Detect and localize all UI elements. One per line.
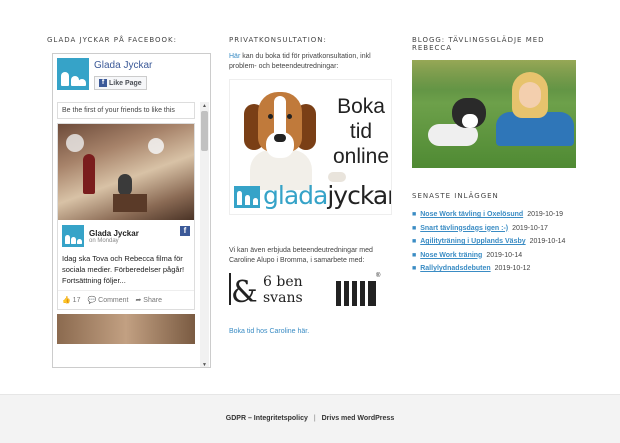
like-page-button[interactable]: f Like Page — [94, 76, 147, 90]
blog-title: BLOGG: TÄVLINGSGLÄDJE MED REBECCA — [412, 36, 545, 52]
facebook-icon[interactable]: f — [180, 226, 190, 236]
feed-scrollbar[interactable]: ▲ ▼ — [200, 102, 209, 367]
post-text: Idag ska Tova och Rebecca filma för soci… — [62, 254, 185, 285]
list-item: ■ Nose Work träning 2019-10-14 — [412, 249, 577, 263]
book-online-banner[interactable]: Boka tid online gladajyckar — [229, 79, 392, 215]
list-item: ■ Nose Work tävling i Oxelösund 2019-10-19 — [412, 208, 577, 222]
blog-image[interactable] — [412, 60, 576, 168]
banner-line-1: Boka — [337, 95, 385, 118]
6-ben-1-svans-logo[interactable]: & 6 ben svans ® — [229, 273, 392, 313]
private-consultation-title: PRIVATKONSULTATION: — [229, 36, 327, 44]
site-footer: GDPR – Integritetspolicy | Drivs med Wor… — [0, 394, 620, 443]
scroll-down-arrow-icon[interactable]: ▼ — [200, 361, 209, 367]
private-intro: Här kan du boka tid för privatkonsultati… — [229, 52, 394, 72]
glada-jyckar-logo[interactable] — [57, 58, 89, 90]
logo-part-2: jyckar — [327, 181, 392, 210]
share-label: Share — [143, 297, 162, 304]
post-photo[interactable] — [58, 124, 194, 220]
caroline-booking-link[interactable]: Boka tid hos Caroline här. — [229, 328, 309, 335]
private-intro-text: kan du boka tid för privatkonsultation, … — [229, 53, 371, 70]
like-count[interactable]: 👍 17 — [62, 296, 80, 304]
next-post-photo[interactable] — [57, 314, 195, 344]
logo-part-1: glada — [263, 181, 328, 210]
facebook-page-plugin: Glada Jyckar f Like Page Be the first of… — [52, 53, 211, 368]
bullet-icon: ■ — [412, 251, 417, 259]
glada-jyckar-wordmark: gladajyckar — [234, 181, 392, 210]
facebook-icon: f — [99, 79, 107, 87]
scroll-up-arrow-icon[interactable]: ▲ — [200, 102, 209, 110]
partner-text: Vi kan även erbjuda beteendeutredningar … — [229, 247, 373, 264]
recent-posts-title: SENASTE INLÄGGEN — [412, 192, 499, 200]
registered-mark: ® — [376, 273, 381, 279]
recent-post-date: 2019-10-14 — [529, 238, 566, 245]
recent-post-link[interactable]: Nose Work tävling i Oxelösund — [420, 208, 523, 222]
facebook-widget: GLADA JYCKAR PÅ FACEBOOK: — [47, 36, 212, 52]
post-author-avatar[interactable] — [62, 225, 84, 247]
facebook-widget-title: GLADA JYCKAR PÅ FACEBOOK: — [47, 36, 177, 44]
private-consultation-widget: PRIVATKONSULTATION: Här kan du boka tid … — [229, 36, 394, 337]
bullet-icon: ■ — [412, 238, 417, 245]
recent-posts-list: ■ Nose Work tävling i Oxelösund 2019-10-19… — [412, 208, 577, 276]
recent-post-date: 2019-10-12 — [494, 265, 531, 272]
footer-separator: | — [313, 415, 316, 422]
list-item: ■ Snart tävlingsdags igen :-) 2019-10-17 — [412, 222, 577, 236]
list-item: ■ Agilityträning i Upplands Väsby 2019-10-… — [412, 235, 577, 249]
facebook-post: Glada Jyckar on Monday f Idag ska Tova o… — [57, 123, 195, 310]
blog-widget: BLOGG: TÄVLINGSGLÄDJE MED REBECCA SENAST… — [412, 36, 577, 276]
recent-post-link[interactable]: Agilityträning i Upplands Väsby — [420, 235, 525, 249]
bullet-icon: ■ — [412, 265, 417, 272]
bullet-icon: ■ — [412, 211, 417, 218]
logo-line-2: svans — [263, 290, 303, 306]
book-online-text: Boka tid online — [330, 94, 391, 169]
share-button[interactable]: ➦ Share — [135, 296, 162, 304]
wordpress-link[interactable]: Drivs med WordPress — [322, 415, 395, 422]
beagle-image — [238, 84, 324, 190]
facebook-page-name[interactable]: Glada Jyckar — [94, 60, 152, 71]
banner-line-3: online — [332, 145, 390, 168]
comment-button[interactable]: 💬 Comment — [87, 296, 128, 304]
glada-jyckar-logo-icon — [234, 186, 260, 208]
booking-link[interactable]: Här — [229, 53, 240, 60]
banner-line-2: tid — [349, 120, 373, 143]
like-page-label: Like Page — [109, 79, 142, 87]
recent-post-link[interactable]: Nose Work träning — [420, 249, 482, 263]
gdpr-link[interactable]: GDPR – Integritetspolicy — [226, 415, 308, 422]
post-header: Glada Jyckar on Monday f — [58, 220, 194, 249]
recent-post-date: 2019-10-19 — [527, 211, 563, 218]
comment-label: Comment — [98, 297, 129, 304]
recent-post-link[interactable]: Snart tävlingsdags igen :-) — [420, 222, 508, 236]
post-actions: 👍 17 💬 Comment ➦ Share — [58, 290, 194, 309]
post-author[interactable]: Glada Jyckar — [89, 229, 139, 238]
facebook-feed[interactable]: Be the first of your friends to like thi… — [53, 102, 199, 367]
post-date[interactable]: on Monday — [89, 238, 139, 244]
bullet-icon: ■ — [412, 224, 417, 232]
friends-like-notice: Be the first of your friends to like thi… — [57, 102, 195, 119]
scroll-thumb[interactable] — [201, 111, 208, 151]
recent-post-date: 2019-10-17 — [512, 224, 548, 232]
legs-icon — [336, 281, 376, 306]
logo-line-1: 6 ben — [263, 274, 303, 290]
like-count-value: 17 — [72, 297, 81, 304]
facebook-header: Glada Jyckar f Like Page — [53, 54, 210, 96]
logo-ampersand: & — [231, 275, 258, 310]
list-item: ■ Rallylydnadsdebuten 2019-10-12 — [412, 262, 577, 276]
recent-post-link[interactable]: Rallylydnadsdebuten — [420, 262, 490, 276]
recent-post-date: 2019-10-14 — [486, 251, 523, 259]
